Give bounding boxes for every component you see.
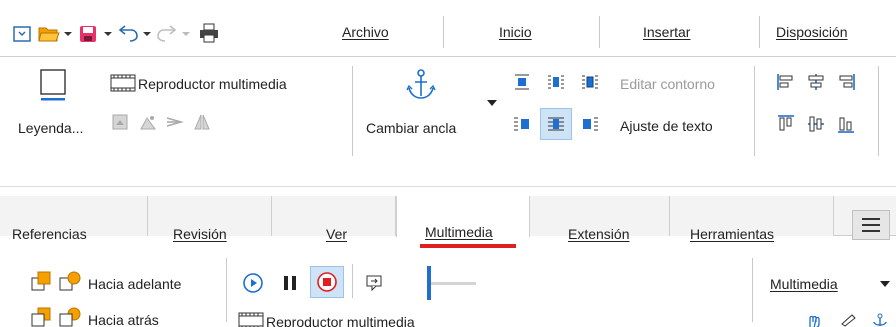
anchor-points-icon[interactable] [870, 312, 890, 327]
wrap-optimal-icon[interactable] [580, 72, 600, 92]
wrap-none-icon[interactable] [512, 72, 532, 92]
align-center-icon[interactable] [806, 72, 826, 92]
wrap-after-icon[interactable] [580, 114, 600, 134]
undo-icon[interactable] [117, 24, 139, 44]
send-to-back-icon[interactable] [30, 306, 54, 327]
bring-forward-button[interactable]: Hacia adelante [88, 276, 181, 292]
film-icon[interactable] [110, 74, 136, 92]
tab-extension[interactable]: Extensión [568, 226, 629, 242]
tab-inicio[interactable]: Inicio [499, 24, 532, 40]
caption-frame-icon[interactable] [38, 68, 68, 102]
top-toolbar: Archivo Inicio Insertar Disposición Leye… [0, 0, 896, 160]
edit-contour-button: Editar contorno [620, 76, 715, 92]
caption-button[interactable]: Leyenda... [18, 120, 83, 136]
flip-icon [194, 114, 210, 130]
image-filter-icon [140, 116, 156, 130]
align-left-icon[interactable] [776, 72, 796, 92]
open-folder-icon[interactable] [38, 24, 60, 44]
film-icon[interactable] [238, 312, 264, 327]
wrap-text-button[interactable]: Ajuste de texto [620, 118, 713, 134]
bring-to-front-icon[interactable] [30, 270, 54, 292]
media-player-button[interactable]: Reproductor multimedia [138, 76, 287, 92]
edit-points-icon[interactable] [838, 312, 858, 327]
align-middle-icon[interactable] [806, 114, 826, 134]
tab-revision[interactable]: Revisión [173, 226, 227, 242]
chevron-down-icon[interactable] [487, 99, 497, 107]
tab-disposicion[interactable]: Disposición [776, 24, 848, 40]
tab-ver[interactable]: Ver [326, 226, 347, 242]
play-icon[interactable] [242, 272, 264, 294]
send-backward-button[interactable]: Hacia atrás [88, 312, 159, 327]
redo-icon[interactable] [156, 24, 178, 44]
bring-forward-icon[interactable] [58, 270, 82, 292]
anchor-icon[interactable] [405, 68, 437, 102]
save-icon[interactable] [78, 24, 98, 44]
align-bottom-icon[interactable] [836, 114, 856, 134]
media-player-button[interactable]: Reproductor multimedia [266, 314, 415, 327]
chevron-down-icon[interactable] [64, 30, 72, 38]
gap-divider [0, 186, 896, 187]
gap-spacer [0, 160, 896, 196]
chevron-down-icon[interactable] [143, 30, 151, 38]
repeat-icon[interactable] [364, 272, 386, 294]
hamburger-icon[interactable] [860, 216, 882, 234]
wrap-parallel-icon[interactable] [546, 72, 566, 92]
interaction-icon[interactable] [806, 312, 826, 327]
volume-track[interactable] [430, 282, 476, 285]
image-ratio-icon [166, 117, 184, 127]
wrap-through-icon[interactable] [546, 114, 566, 134]
multimedia-dropdown[interactable]: Multimedia [770, 276, 838, 292]
stop-icon[interactable] [316, 271, 338, 293]
wrap-before-icon[interactable] [512, 114, 532, 134]
toolbar-divider [0, 56, 896, 57]
chevron-down-icon[interactable] [104, 30, 112, 38]
tab-herramientas[interactable]: Herramientas [690, 226, 774, 242]
send-backward-icon[interactable] [58, 306, 82, 327]
chevron-down-icon[interactable] [182, 30, 190, 38]
tab-multimedia[interactable]: Multimedia [425, 224, 493, 240]
tab-referencias[interactable]: Referencias [12, 226, 87, 242]
align-top-icon[interactable] [776, 114, 796, 134]
volume-thumb[interactable] [427, 266, 431, 300]
new-document-icon[interactable] [12, 24, 32, 44]
tab-insertar[interactable]: Insertar [643, 24, 690, 40]
change-anchor-button[interactable]: Cambiar ancla [366, 120, 456, 136]
print-icon[interactable] [198, 22, 220, 44]
crop-icon [112, 114, 128, 130]
pause-icon[interactable] [282, 274, 298, 292]
tab-archivo[interactable]: Archivo [342, 24, 389, 40]
chevron-down-icon[interactable] [880, 280, 890, 288]
align-right-icon[interactable] [836, 72, 856, 92]
